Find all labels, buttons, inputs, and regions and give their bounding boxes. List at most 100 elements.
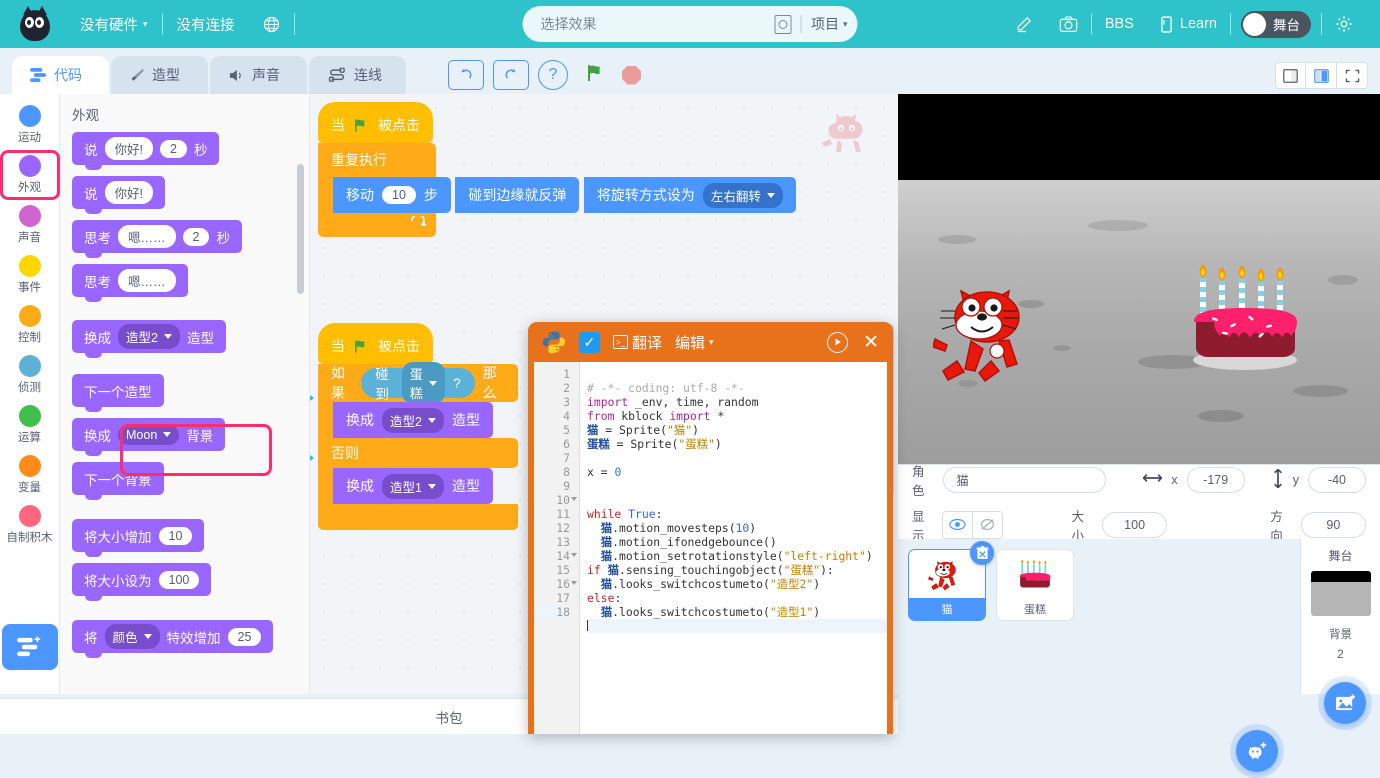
checkbox-checked-icon[interactable]: ✓ [579, 332, 600, 353]
block-dropdown[interactable]: 造型2 [118, 324, 180, 349]
python-code-window[interactable]: ✓ >_ 翻译 编辑 ▾ ✕ 1 2 3 4 5 6 7 8 9 10 11 [528, 322, 893, 734]
block-else-label[interactable]: 否则 [318, 438, 518, 468]
line-number-foldable[interactable]: 14 [534, 549, 570, 563]
tab-costumes[interactable]: 造型 [111, 56, 208, 94]
hardware-selector[interactable]: 没有硬件 ▾ [66, 14, 162, 35]
camera-icon[interactable] [1046, 15, 1091, 33]
block-move-steps[interactable]: 移动 10 步 [333, 177, 451, 213]
fullscreen-icon[interactable] [1337, 62, 1368, 89]
block-input[interactable]: 你好! [105, 181, 153, 204]
direction-input[interactable]: 90 [1301, 512, 1366, 538]
sidebar-item-control[interactable]: 控制 [2, 302, 58, 348]
palette-block-next-costume[interactable]: 下一个造型 [72, 374, 164, 407]
palette-block-switch-costume[interactable]: 换成 造型2 造型 [72, 320, 226, 353]
sprite-list[interactable]: 猫 [898, 539, 1300, 694]
tab-wiring[interactable]: 连线 [309, 56, 406, 94]
translate-button[interactable]: >_ 翻译 [613, 332, 662, 353]
learn-link[interactable]: Learn [1147, 16, 1230, 33]
add-backdrop-fab[interactable] [1324, 682, 1366, 724]
code-text-area[interactable]: # -*- coding: utf-8 -*- import _env, tim… [580, 362, 887, 734]
sidebar-item-motion[interactable]: 运动 [2, 102, 58, 148]
sprite-card-cat[interactable]: 猫 [908, 549, 986, 621]
block-input[interactable]: 嗯…… [118, 269, 176, 292]
redo-icon[interactable] [493, 60, 529, 90]
palette-block-think-secs[interactable]: 思考 嗯…… 2 秒 [72, 220, 242, 253]
eye-show-icon[interactable] [943, 512, 972, 538]
tab-sounds[interactable]: 声音 [210, 56, 307, 94]
block-if-foot[interactable] [318, 504, 518, 530]
palette-block-change-effect[interactable]: 将 颜色 特效增加 25 [72, 620, 273, 653]
block-switch-costume-then[interactable]: 换成 造型2 造型 [333, 402, 493, 438]
green-flag-button[interactable] [585, 62, 607, 89]
block-dropdown[interactable]: 造型1 [382, 474, 444, 499]
add-extension-button[interactable] [2, 624, 58, 670]
stage-sprite-cake[interactable] [1188, 252, 1303, 377]
search-input[interactable]: 选择效果 [541, 14, 775, 34]
stage-thumbnail[interactable] [1311, 571, 1371, 616]
x-input[interactable]: -179 [1187, 467, 1245, 493]
block-touching[interactable]: 碰到 蛋糕 ? [361, 368, 474, 398]
connection-status[interactable]: 没有连接 [163, 14, 249, 35]
line-number-foldable[interactable]: 16 [534, 577, 570, 591]
sidebar-item-sensing[interactable]: 侦测 [2, 352, 58, 398]
line-number-foldable[interactable]: 10 [534, 493, 570, 507]
block-input[interactable]: 嗯…… [118, 225, 176, 248]
block-input[interactable]: 25 [228, 628, 262, 646]
sidebar-item-events[interactable]: 事件 [2, 252, 58, 298]
sidebar-item-variables[interactable]: 变量 [2, 452, 58, 498]
block-when-flag-clicked[interactable]: 当 被点击 [318, 102, 433, 143]
block-dropdown[interactable]: 左右翻转 [703, 183, 783, 208]
sidebar-item-looks[interactable]: 外观 [2, 152, 58, 198]
block-repeat-foot[interactable] [318, 213, 436, 237]
block-input[interactable]: 10 [159, 527, 193, 545]
sidebar-item-operators[interactable]: 运算 [2, 402, 58, 448]
sidebar-item-sound[interactable]: 声音 [2, 202, 58, 248]
visibility-toggle-group[interactable] [942, 511, 1002, 539]
block-dropdown[interactable]: 造型2 [382, 408, 444, 433]
block-input[interactable]: 100 [159, 571, 200, 589]
block-when-flag-clicked-2[interactable]: 当 被点击 [318, 323, 433, 364]
block-if-then[interactable]: 如果 碰到 蛋糕 ? 那么 [318, 364, 518, 402]
block-input[interactable]: 你好! [105, 137, 153, 160]
python-editor[interactable]: 1 2 3 4 5 6 7 8 9 10 11 12 13 14 15 16 1… [534, 362, 887, 734]
palette-block-set-size[interactable]: 将大小设为 100 [72, 563, 211, 596]
sprite-card-cake[interactable]: 蛋糕 [996, 549, 1074, 621]
palette-block-next-backdrop[interactable]: 下一个背景 [72, 462, 164, 495]
block-set-rotation-style[interactable]: 将旋转方式设为 左右翻转 [584, 177, 796, 213]
block-repeat-forever[interactable]: 重复执行 [318, 143, 436, 177]
bbs-link[interactable]: BBS [1092, 16, 1147, 32]
run-icon[interactable] [827, 332, 848, 353]
block-palette[interactable]: 外观 说 你好! 2 秒 说 你好! 思考 嗯…… 2 秒 思考 嗯…… 换成 … [60, 94, 310, 694]
block-switch-costume-else[interactable]: 换成 造型1 造型 [333, 468, 493, 504]
palette-block-change-size[interactable]: 将大小增加 10 [72, 519, 204, 552]
block-input[interactable]: 2 [183, 228, 210, 246]
palette-block-say-secs[interactable]: 说 你好! 2 秒 [72, 132, 219, 165]
sprite-name-input[interactable]: 猫 [943, 467, 1106, 493]
block-dropdown[interactable]: 颜色 [105, 624, 160, 649]
block-input[interactable]: 10 [382, 186, 416, 204]
code-line-18[interactable] [587, 619, 887, 633]
stage-toggle[interactable]: 舞台 [1241, 11, 1311, 38]
layout-small-icon[interactable] [1275, 62, 1306, 89]
globe-icon[interactable] [249, 16, 294, 33]
block-dropdown[interactable]: 蛋糕 [402, 362, 445, 404]
help-button[interactable]: ? [538, 60, 568, 90]
pencil-icon[interactable] [1002, 15, 1046, 33]
palette-scrollbar[interactable] [297, 164, 304, 294]
tab-code[interactable]: 代码 [12, 56, 109, 94]
block-if-on-edge-bounce[interactable]: 碰到边缘就反弹 [455, 177, 579, 213]
block-input[interactable]: 2 [160, 140, 187, 158]
stage-sprite-cat[interactable] [933, 269, 1051, 396]
stop-button[interactable] [622, 66, 641, 85]
block-dropdown[interactable]: Moon [118, 425, 179, 445]
eye-hide-icon[interactable] [972, 512, 1001, 538]
project-menu[interactable]: 项目 ▾ [811, 14, 848, 34]
close-icon[interactable]: ✕ [863, 333, 879, 352]
palette-block-switch-backdrop[interactable]: 换成 Moon 背景 [72, 418, 225, 451]
save-icon[interactable] [775, 15, 792, 34]
stage-display[interactable] [898, 94, 1380, 464]
gear-icon[interactable] [1322, 15, 1366, 33]
palette-block-think[interactable]: 思考 嗯…… [72, 264, 188, 297]
undo-icon[interactable] [448, 60, 484, 90]
y-input[interactable]: -40 [1308, 467, 1366, 493]
